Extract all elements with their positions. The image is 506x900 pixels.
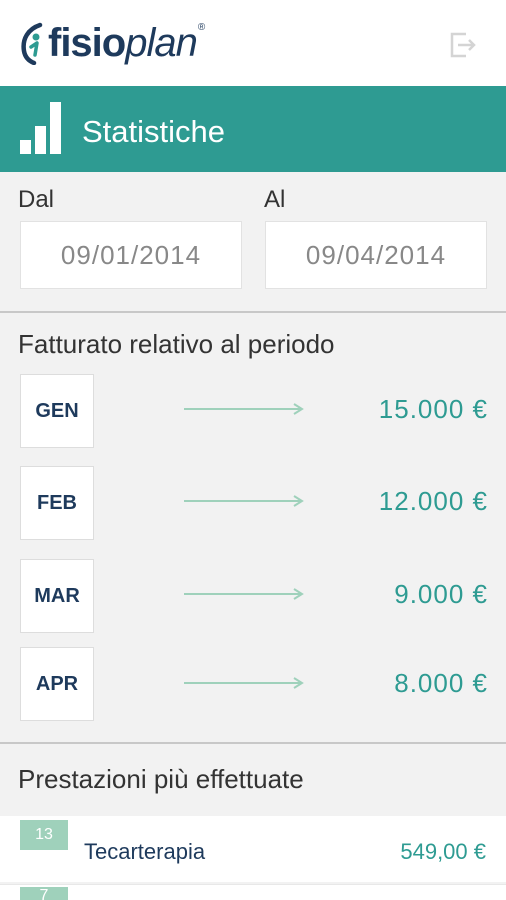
month-label-mar: MAR [20, 559, 94, 633]
logo-mark-icon [21, 22, 43, 65]
arrow-icon [184, 495, 304, 507]
section-divider [0, 742, 506, 744]
service-row[interactable]: 7 [0, 884, 506, 900]
service-row[interactable]: 13 Tecarterapia 549,00 € [0, 816, 506, 882]
logo-registered-mark: ® [197, 21, 206, 33]
page-title: Statistiche [82, 114, 226, 149]
service-price: 549,00 € [400, 839, 486, 864]
month-label-apr: APR [20, 647, 94, 721]
logout-icon[interactable] [446, 28, 478, 60]
page-header [0, 86, 506, 172]
revenue-amount: 15.000 € [378, 394, 488, 424]
to-date-label: Al [264, 186, 286, 213]
logo-text: fisioplan [48, 21, 198, 65]
to-date-field[interactable]: 09/04/2014 [265, 221, 487, 289]
top-bar: fisioplan ® [0, 0, 506, 86]
arrow-icon [184, 677, 304, 689]
revenue-amount: 8.000 € [394, 668, 488, 698]
services-section-title: Prestazioni più effettuate [18, 764, 304, 794]
fisioplan-logo: fisioplan ® [20, 18, 205, 68]
from-date-label: Dal [18, 186, 55, 213]
revenue-section-title: Fatturato relativo al periodo [18, 329, 335, 359]
arrow-icon [184, 588, 304, 600]
revenue-amount: 12.000 € [378, 486, 488, 516]
revenue-amount: 9.000 € [394, 579, 488, 609]
month-label-gen: GEN [20, 374, 94, 448]
section-divider [0, 311, 506, 313]
month-label-feb: FEB [20, 466, 94, 540]
bar-chart-icon [20, 102, 61, 154]
arrow-icon [184, 403, 304, 415]
from-date-field[interactable]: 09/01/2014 [20, 221, 242, 289]
service-name: Tecarterapia [84, 839, 206, 864]
service-count-badge: 7 [20, 887, 68, 900]
service-count-badge: 13 [20, 820, 68, 850]
